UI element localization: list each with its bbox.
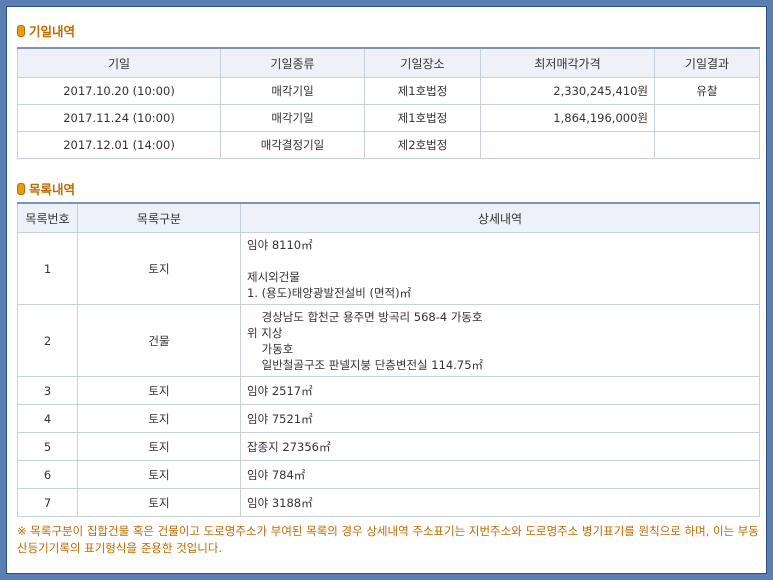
auction-type: 매각결정기일 [220, 131, 365, 159]
table-row: 2017.11.24 (10:00) 매각기일 제1호법정 1,864,196,… [17, 104, 760, 132]
detail-line: 가동호 [247, 341, 294, 356]
col-header-place: 기일장소 [364, 47, 481, 78]
items-section-title-text: 목록내역 [29, 182, 76, 197]
table-row: 4 토지 임야 7521㎡ [17, 404, 760, 433]
detail-line: 임야 3188㎡ [247, 495, 313, 510]
detail-line: 일반철골구조 판넬지붕 단층변전실 114.75㎡ [247, 357, 484, 372]
item-kind: 토지 [77, 376, 241, 405]
detail-line: 임야 2517㎡ [247, 383, 313, 398]
detail-line: 경상남도 합천군 용주면 방곡리 568-4 가동호 [247, 309, 483, 324]
col-header-kind: 목록구분 [77, 202, 241, 233]
item-no: 5 [17, 432, 78, 461]
auction-date: 2017.11.24 (10:00) [17, 104, 221, 132]
table-row: 2017.10.20 (10:00) 매각기일 제1호법정 2,330,245,… [17, 77, 760, 105]
auction-place: 제2호법정 [364, 131, 481, 159]
auction-result: 유찰 [654, 77, 760, 105]
detail-line: 임야 7521㎡ [247, 411, 313, 426]
table-row: 2017.12.01 (14:00) 매각결정기일 제2호법정 [17, 131, 760, 159]
detail-line: 위 지상 [247, 325, 283, 340]
auction-type: 매각기일 [220, 77, 365, 105]
table-row: 3 토지 임야 2517㎡ [17, 376, 760, 405]
table-row: 7 토지 임야 3188㎡ [17, 488, 760, 517]
auction-section-title-text: 기일내역 [29, 24, 76, 39]
auction-date: 2017.12.01 (14:00) [17, 131, 221, 159]
item-detail: 임야 8110㎡ 제시외건물 1. (용도)태양광발전설비 (면적)㎡ [240, 232, 760, 305]
item-detail: 경상남도 합천군 용주면 방곡리 568-4 가동호 위 지상 가동호 일반철골구… [240, 304, 760, 377]
item-detail: 임야 7521㎡ [240, 404, 760, 433]
col-header-price: 최저매각가격 [480, 47, 655, 78]
table-row: 2 건물 경상남도 합천군 용주면 방곡리 568-4 가동호 위 지상 가동호 일… [17, 304, 760, 377]
detail-line: 임야 784㎡ [247, 467, 306, 482]
col-header-type: 기일종류 [220, 47, 365, 78]
col-header-result: 기일결과 [654, 47, 760, 78]
detail-line: 제시외건물 [247, 269, 300, 284]
detail-line [247, 253, 753, 269]
items-table: 목록번호 목록구분 상세내역 1 토지 임야 8110㎡ 제시외건물 1. (용도)태… [17, 202, 760, 517]
bullet-icon [17, 24, 25, 37]
table-row: 6 토지 임야 784㎡ [17, 460, 760, 489]
auction-price [480, 131, 655, 159]
item-no: 1 [17, 232, 78, 305]
auction-header-row: 기일 기일종류 기일장소 최저매각가격 기일결과 [17, 47, 760, 78]
item-no: 6 [17, 460, 78, 489]
auction-price: 1,864,196,000원 [480, 104, 655, 132]
item-kind: 토지 [77, 488, 241, 517]
item-detail: 잡종지 27356㎡ [240, 432, 760, 461]
col-header-detail: 상세내역 [240, 202, 760, 233]
item-detail: 임야 784㎡ [240, 460, 760, 489]
auction-result [654, 131, 760, 159]
auction-table: 기일 기일종류 기일장소 최저매각가격 기일결과 2017.10.20 (10:… [17, 47, 760, 159]
auction-place: 제1호법정 [364, 104, 481, 132]
item-kind: 토지 [77, 432, 241, 461]
item-detail: 임야 2517㎡ [240, 376, 760, 405]
item-kind: 토지 [77, 232, 241, 305]
detail-line: 임야 8110㎡ [247, 237, 313, 252]
detail-line: 1. (용도)태양광발전설비 (면적)㎡ [247, 285, 412, 300]
auction-type: 매각기일 [220, 104, 365, 132]
footnote: ※ 목록구분이 집합건물 혹은 건물이고 도로명주소가 부여된 목록의 경우 상… [17, 524, 759, 555]
bullet-icon [17, 182, 25, 195]
auction-price: 2,330,245,410원 [480, 77, 655, 105]
item-kind: 토지 [77, 404, 241, 433]
content-frame: 기일내역 기일 기일종류 기일장소 최저매각가격 기일결과 2017.10.20… [6, 6, 767, 574]
item-kind: 토지 [77, 460, 241, 489]
item-detail: 임야 3188㎡ [240, 488, 760, 517]
auction-section-title: 기일내역 [17, 21, 75, 40]
auction-place: 제1호법정 [364, 77, 481, 105]
item-no: 2 [17, 304, 78, 377]
item-no: 4 [17, 404, 78, 433]
col-header-date: 기일 [17, 47, 221, 78]
detail-line: 잡종지 27356㎡ [247, 439, 331, 454]
items-header-row: 목록번호 목록구분 상세내역 [17, 202, 760, 233]
table-row: 1 토지 임야 8110㎡ 제시외건물 1. (용도)태양광발전설비 (면적)㎡ [17, 232, 760, 305]
col-header-no: 목록번호 [17, 202, 78, 233]
table-row: 5 토지 잡종지 27356㎡ [17, 432, 760, 461]
auction-date: 2017.10.20 (10:00) [17, 77, 221, 105]
item-kind: 건물 [77, 304, 241, 377]
item-no: 3 [17, 376, 78, 405]
auction-result [654, 104, 760, 132]
item-no: 7 [17, 488, 78, 517]
items-section-title: 목록내역 [17, 179, 75, 198]
